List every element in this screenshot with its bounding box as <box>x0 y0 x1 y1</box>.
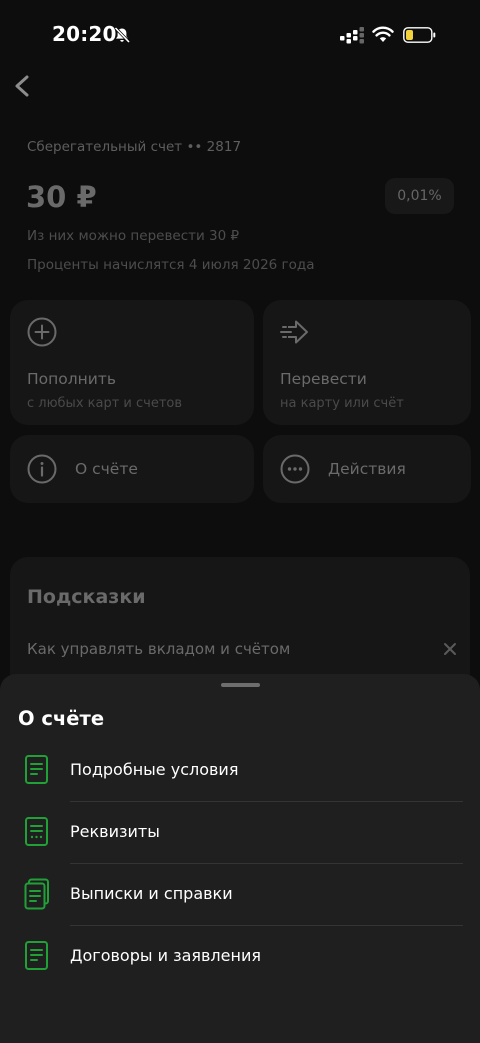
status-time: 20:20 <box>52 22 117 46</box>
about-account-card[interactable]: О счёте <box>10 435 254 503</box>
menu-item-detailed-terms[interactable]: Подробные условия <box>0 740 480 802</box>
about-account-sheet: О счёте Подробные условия Реквизиты Выпи… <box>0 674 480 1043</box>
info-icon <box>27 454 57 484</box>
menu-item-requisites[interactable]: Реквизиты <box>0 802 480 864</box>
more-actions-card[interactable]: Действия <box>263 435 471 503</box>
menu-item-statements[interactable]: Выписки и справки <box>0 864 480 926</box>
sheet-title: О счёте <box>18 707 105 730</box>
document-icon <box>25 941 48 970</box>
menu-label: Реквизиты <box>70 822 160 841</box>
about-account-title: О счёте <box>75 460 138 478</box>
tips-item[interactable]: Как управлять вкладом и счётом <box>27 640 290 658</box>
document-icon <box>25 755 48 784</box>
more-actions-title: Действия <box>328 460 406 478</box>
close-icon[interactable] <box>443 642 457 656</box>
topup-title: Пополнить <box>27 370 117 388</box>
plus-circle-icon <box>27 317 57 347</box>
transferable-amount: Из них можно перевести 30 ₽ <box>27 228 240 244</box>
battery-icon <box>403 27 436 43</box>
menu-label: Выписки и справки <box>70 884 233 903</box>
transfer-title: Перевести <box>280 370 367 388</box>
menu-label: Договоры и заявления <box>70 946 261 965</box>
document-details-icon <box>25 817 48 846</box>
menu-label: Подробные условия <box>70 760 239 779</box>
account-name: Сберегательный счет •• 2817 <box>27 139 242 155</box>
wifi-icon <box>372 26 394 42</box>
sheet-grabber[interactable] <box>221 683 260 687</box>
transfer-card[interactable]: Перевести на карту или счёт <box>263 300 471 425</box>
more-icon <box>280 454 310 484</box>
transfer-subtitle: на карту или счёт <box>280 396 404 411</box>
topup-card[interactable]: Пополнить с любых карт и счетов <box>10 300 254 425</box>
topup-subtitle: с любых карт и счетов <box>27 396 183 411</box>
bell-muted-icon <box>114 26 131 44</box>
interest-rate-badge: 0,01% <box>385 178 454 214</box>
status-bar: 20:20 <box>0 0 480 70</box>
cellular-signal-icon <box>340 27 364 44</box>
documents-stack-icon <box>24 878 49 910</box>
account-balance: 30 ₽ <box>26 180 97 214</box>
tips-title: Подсказки <box>27 586 146 608</box>
interest-date: Проценты начислятся 4 июля 2026 года <box>27 257 315 273</box>
menu-item-contracts[interactable]: Договоры и заявления <box>0 926 480 988</box>
back-chevron-icon[interactable] <box>8 68 38 104</box>
arrow-right-icon <box>280 320 308 344</box>
